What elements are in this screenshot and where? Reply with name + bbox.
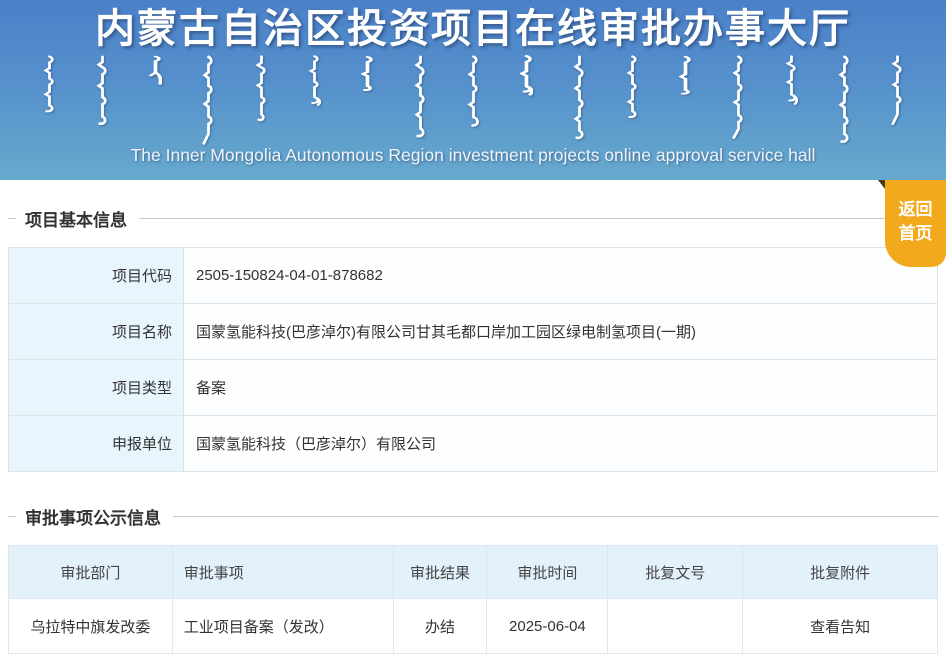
project-type-value: 备案 [183,359,938,416]
mongolian-word [837,55,849,143]
table-row: 项目代码 2505-150824-04-01-878682 [8,247,938,304]
column-header-result: 审批结果 [392,545,488,599]
approval-info-table: 审批部门 审批事项 审批结果 审批时间 批复文号 批复附件 乌拉特中旗发改委 工… [8,545,938,654]
approval-doc-no [607,598,744,654]
site-title-english: The Inner Mongolia Autonomous Region inv… [130,145,816,165]
approval-time: 2025-06-04 [486,598,609,654]
mongolian-word [42,55,54,113]
basic-info-table: 项目代码 2505-150824-04-01-878682 项目名称 国蒙氢能科… [8,247,938,472]
mongolian-word [784,55,798,105]
column-header-time: 审批时间 [486,545,609,599]
return-home-label-line1: 返回 [898,200,933,219]
declaring-unit-label: 申报单位 [8,415,184,472]
project-code-label: 项目代码 [8,247,184,304]
project-name-label: 项目名称 [8,303,184,360]
project-code-value: 2505-150824-04-01-878682 [183,247,938,304]
return-home-ribbon[interactable]: 返回 首页 [878,180,946,267]
column-header-doc-no: 批复文号 [607,545,744,599]
mongolian-word [890,55,902,125]
approval-department: 乌拉特中旗发改委 [8,598,173,654]
view-notice-label[interactable]: 查看告知 [810,619,870,636]
mongolian-word [360,56,373,92]
page-content: 项目基本信息 项目代码 2505-150824-04-01-878682 项目名… [0,206,946,654]
mongolian-word [466,55,479,127]
table-row: 申报单位 国蒙氢能科技（巴彦淖尔）有限公司 [8,415,938,472]
column-header-item: 审批事项 [171,545,394,599]
declaring-unit-value: 国蒙氢能科技（巴彦淖尔）有限公司 [183,415,938,472]
mongolian-word [95,55,107,126]
mongolian-word [572,55,584,140]
site-banner: 内蒙古自治区投资项目在线审批办事大厅 The Inner Mongolia Au… [0,0,946,180]
approval-item: 工业项目备案（发改） [171,598,394,654]
mongolian-script-band [0,55,946,145]
mongolian-word [413,55,425,138]
table-header-row: 审批部门 审批事项 审批结果 审批时间 批复文号 批复附件 [8,545,938,599]
section-title-approval-info: 审批事项公示信息 [8,504,938,529]
section-title-basic-info: 项目基本信息 [8,206,938,231]
table-row: 项目名称 国蒙氢能科技(巴彦淖尔)有限公司甘其毛都口岸加工园区绿电制氢项目(一期… [8,303,938,360]
mongolian-word [519,55,533,96]
approval-result: 办结 [392,598,488,654]
mongolian-word [731,55,743,139]
column-header-attachment: 批复附件 [742,545,938,599]
mongolian-word [678,55,691,95]
project-type-label: 项目类型 [8,359,184,416]
mongolian-word [307,55,321,106]
table-row: 乌拉特中旗发改委 工业项目备案（发改） 办结 2025-06-04 查看告知 [8,598,938,654]
mongolian-word [201,55,213,145]
return-home-label-line2: 首页 [898,224,933,243]
project-name-value: 国蒙氢能科技(巴彦淖尔)有限公司甘其毛都口岸加工园区绿电制氢项目(一期) [183,303,938,360]
column-header-department: 审批部门 [8,545,173,599]
mongolian-word [148,55,162,85]
table-row: 项目类型 备案 [8,359,938,416]
mongolian-word [625,55,637,119]
mongolian-word [254,55,266,122]
view-notice-link[interactable]: 查看告知 [742,598,938,654]
site-title-chinese: 内蒙古自治区投资项目在线审批办事大厅 [95,7,851,51]
